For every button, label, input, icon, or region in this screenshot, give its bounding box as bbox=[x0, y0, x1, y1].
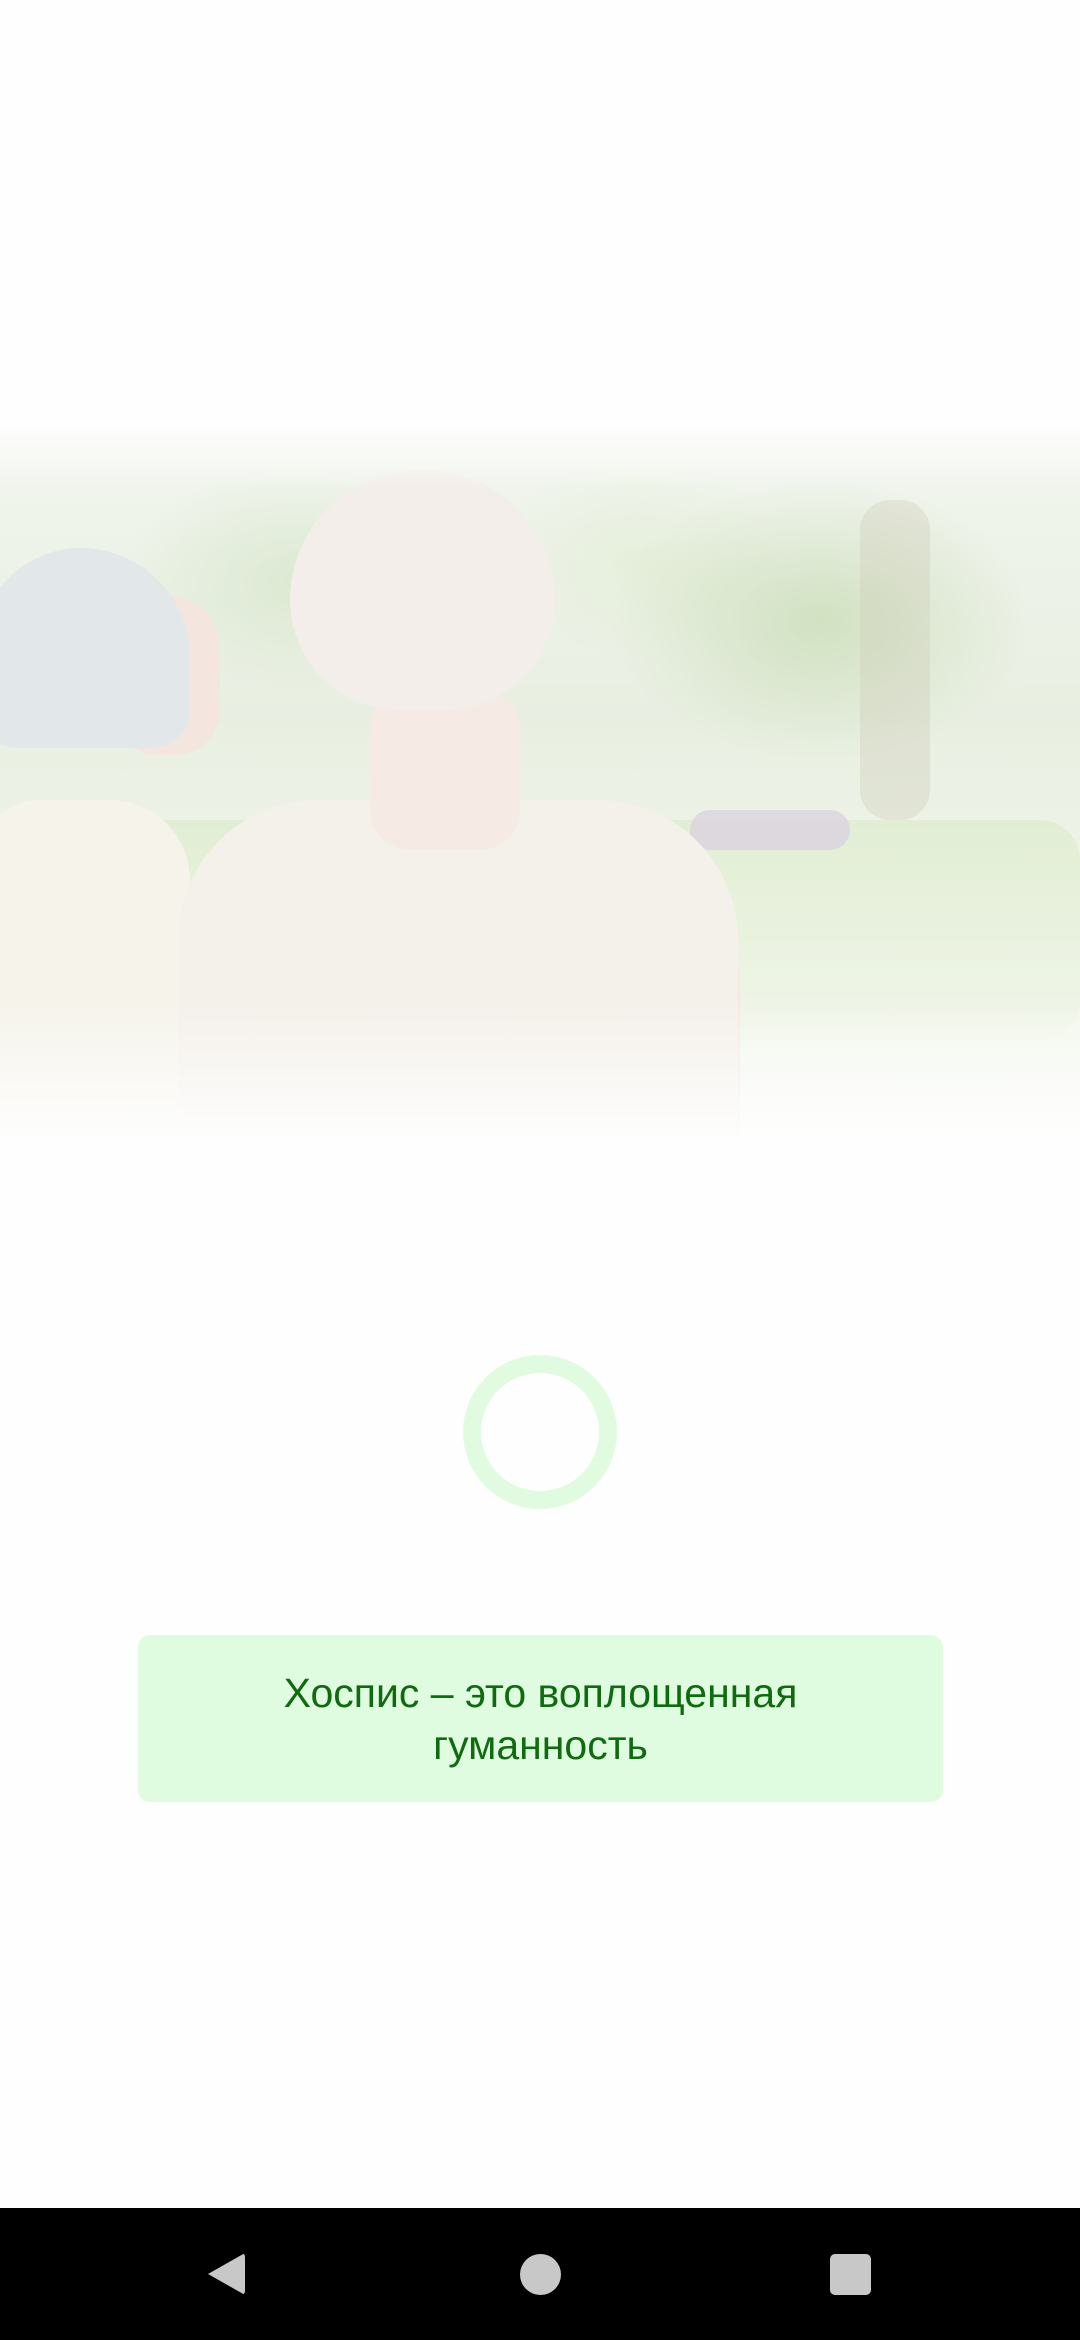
hero-image bbox=[0, 420, 1080, 1160]
loading-ring-icon bbox=[463, 1355, 617, 1509]
quote-card: Хоспис – это воплощенная гуманность bbox=[138, 1635, 943, 1802]
back-button[interactable] bbox=[180, 2228, 272, 2320]
hero-fade-top bbox=[0, 420, 1080, 490]
quote-text: Хоспис – это воплощенная гуманность bbox=[283, 1669, 798, 1768]
system-navigation-bar bbox=[0, 2208, 1080, 2340]
home-circle-icon bbox=[519, 2253, 561, 2295]
recents-button[interactable] bbox=[804, 2228, 896, 2320]
recents-square-icon bbox=[829, 2253, 871, 2295]
back-triangle-icon bbox=[207, 2253, 245, 2295]
splash-screen: Хоспис – это воплощенная гуманность bbox=[0, 0, 1080, 2340]
hero-fade-bottom bbox=[0, 1000, 1080, 1160]
home-button[interactable] bbox=[494, 2228, 586, 2320]
